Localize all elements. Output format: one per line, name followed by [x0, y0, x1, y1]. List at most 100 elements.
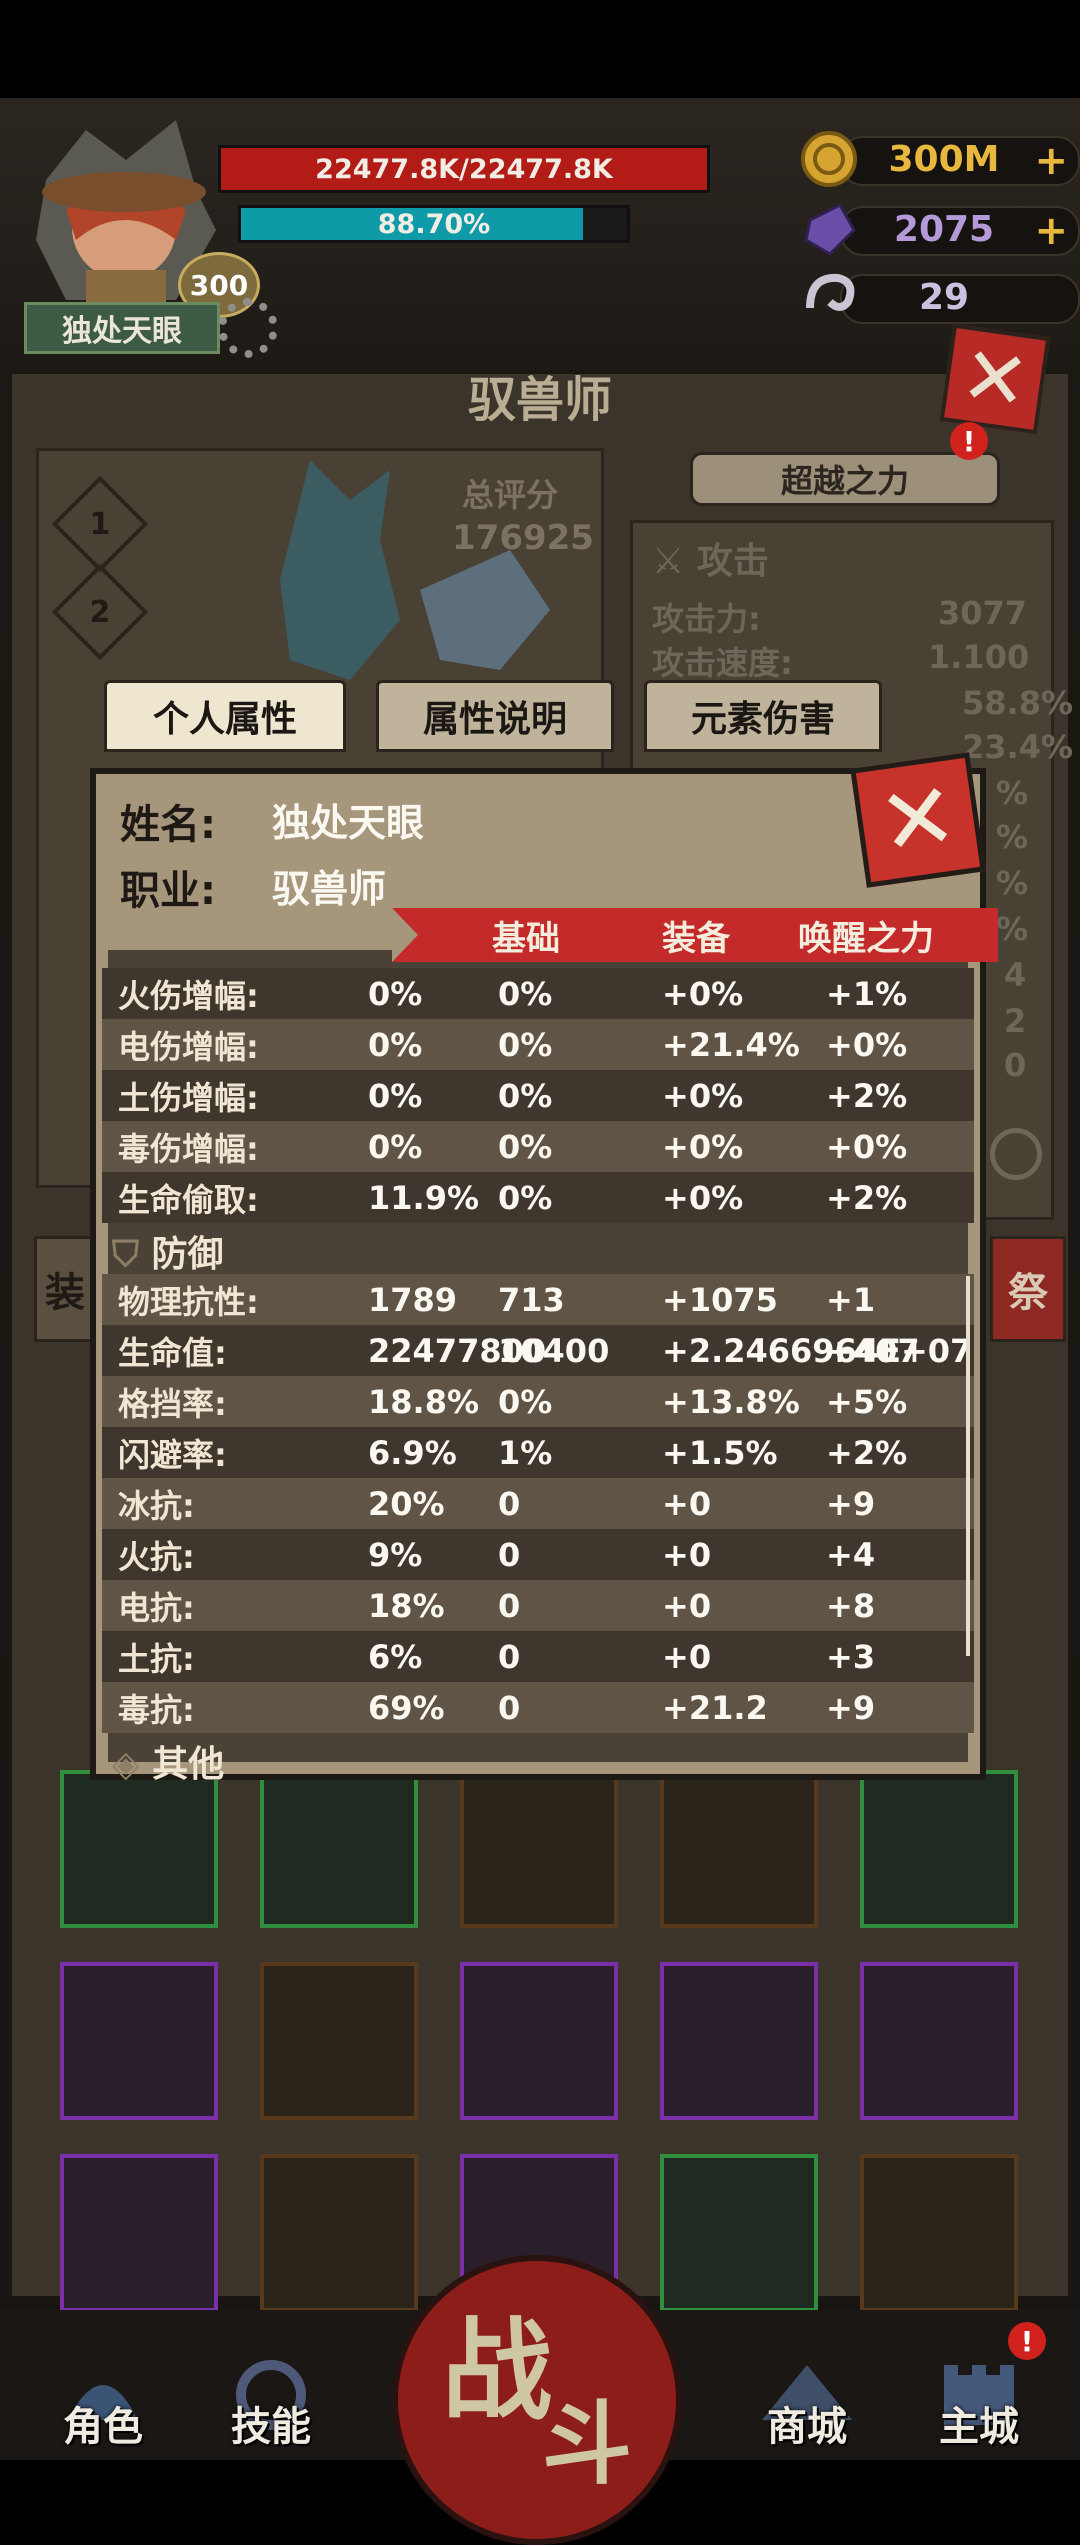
stat-equipment: +21.2 [662, 1688, 768, 1727]
attack-stat-label-2: 攻击速度: [652, 644, 793, 682]
equip-slot[interactable] [660, 1770, 818, 1928]
equip-slot[interactable] [60, 1962, 218, 2120]
stat-row: 生命值: 22477800 10400 +2.2466964E+07 +407 [102, 1325, 974, 1376]
side-partial-3: % [996, 864, 1029, 902]
stat-label: 毒抗: [118, 1690, 195, 1729]
column-header: 基础 装备 唤醒之力 [392, 908, 998, 962]
crystal-icon [804, 203, 856, 256]
equip-slot[interactable] [460, 1962, 618, 2120]
stat-row: 闪避率: 6.9% 1% +1.5% +2% [102, 1427, 974, 1478]
stat-total: 0% [368, 1025, 423, 1064]
stat-total: 18% [368, 1586, 445, 1625]
stat-total: 0% [368, 1127, 423, 1166]
panel-close-button[interactable]: ✕ [939, 323, 1051, 435]
modal-close-button[interactable]: ✕ [850, 752, 986, 888]
equip-slot[interactable] [660, 1962, 818, 2120]
stat-base: 0% [498, 1178, 553, 1217]
other-section-header: ◈ 其他 [112, 1735, 224, 1787]
crystal-resource: 2075 + [800, 200, 1080, 258]
tab-attribute-description[interactable]: 属性说明 [376, 680, 614, 752]
attack-header: ⚔ 攻击 [652, 541, 769, 582]
tab-element-damage-label: 元素伤害 [690, 699, 835, 740]
side-button-right[interactable]: 祭 [990, 1236, 1066, 1342]
defense-section-header: ⛉ 防御 [112, 1225, 224, 1277]
gold-value: 300M [888, 138, 1000, 180]
stat-row: 格挡率: 18.8% 0% +13.8% +5% [102, 1376, 974, 1427]
equip-slot[interactable] [860, 1962, 1018, 2120]
stat-equipment: +2.2466964E+07 [662, 1331, 973, 1370]
side-partial-5: 4 [1004, 956, 1027, 994]
nav-skill[interactable]: 技能 [196, 2350, 346, 2460]
tab-personal-attributes-label: 个人属性 [152, 699, 297, 740]
side-button-left[interactable]: 装 [34, 1236, 96, 1342]
stat-base: 0% [498, 1076, 553, 1115]
stat-row: 土伤增幅: 0% 0% +0% +2% [102, 1070, 974, 1121]
stat-awakening: +5% [826, 1382, 908, 1421]
stat-row: 毒抗: 69% 0 +21.2 +9 [102, 1682, 974, 1733]
defense-header-label: 防御 [151, 1234, 224, 1275]
stat-total: 0% [368, 974, 423, 1013]
side-partial-2: % [996, 818, 1029, 856]
equip-slot[interactable] [860, 2154, 1018, 2312]
gold-add-button[interactable]: + [1034, 138, 1068, 184]
tab-element-damage[interactable]: 元素伤害 [644, 680, 882, 752]
nav-role[interactable]: 角色 [28, 2350, 178, 2460]
stat-equipment: +0% [662, 1127, 744, 1166]
stat-base: 10400 [498, 1331, 610, 1370]
stat-base: 0% [498, 974, 553, 1013]
attack-stat-value-2: 1.100 [928, 638, 1030, 676]
tab-personal-attributes[interactable]: 个人属性 [104, 680, 346, 752]
stat-total: 1789 [368, 1280, 458, 1319]
stat-equipment: +21.4% [662, 1025, 800, 1064]
search-icon[interactable] [990, 1128, 1042, 1180]
city-alert-icon: ! [1008, 2322, 1046, 2360]
slot-tab-1-label: 1 [89, 506, 111, 542]
settings-gear-icon[interactable] [218, 298, 278, 358]
stat-equipment: +13.8% [662, 1382, 800, 1421]
stat-equipment: +0 [662, 1484, 712, 1523]
nav-city[interactable]: 主城 [904, 2350, 1054, 2460]
equip-slot[interactable] [660, 2154, 818, 2312]
attack-stat-label-1: 攻击力: [652, 600, 761, 638]
equip-slot[interactable] [260, 2154, 418, 2312]
stat-label: 火抗: [118, 1537, 195, 1576]
stat-awakening: +2% [826, 1076, 908, 1115]
crystal-add-button[interactable]: + [1034, 208, 1068, 254]
equip-slot[interactable] [260, 1962, 418, 2120]
close-icon: ✕ [955, 327, 1035, 430]
equip-slot[interactable] [260, 1770, 418, 1928]
stat-total: 18.8% [368, 1382, 480, 1421]
stat-awakening: +9 [826, 1688, 876, 1727]
panel-title: 驭兽师 [467, 372, 612, 428]
side-button-right-label: 祭 [1008, 1270, 1048, 1316]
surpass-button[interactable]: 超越之力 [690, 452, 1000, 506]
column-base: 基础 [492, 918, 560, 959]
equip-slot[interactable] [460, 1770, 618, 1928]
nav-shop-label: 商城 [767, 2404, 847, 2450]
stat-label: 土伤增幅: [118, 1078, 259, 1117]
stat-equipment: +0 [662, 1637, 712, 1676]
stat-equipment: +0 [662, 1535, 712, 1574]
stat-equipment: +0% [662, 1178, 744, 1217]
battle-label-1: 战 [442, 2307, 552, 2435]
scrollbar[interactable] [966, 1276, 970, 1656]
column-equipment: 装备 [662, 918, 730, 959]
score-label: 总评分 [462, 476, 559, 514]
stat-base: 0% [498, 1382, 553, 1421]
stat-total: 20% [368, 1484, 445, 1523]
equip-slot[interactable] [60, 2154, 218, 2312]
equip-slot[interactable] [860, 1770, 1018, 1928]
stat-label: 物理抗性: [118, 1282, 259, 1321]
stat-awakening: +9 [826, 1484, 876, 1523]
exp-bar: 88.70% [238, 205, 630, 243]
battle-button[interactable]: 战 斗 [392, 2255, 682, 2545]
equip-slot[interactable] [60, 1770, 218, 1928]
stat-row: 火伤增幅: 0% 0% +0% +1% [102, 968, 974, 1019]
side-partial-1: % [996, 774, 1029, 812]
surpass-label: 超越之力 [780, 462, 909, 500]
nav-shop[interactable]: 商城 [732, 2350, 882, 2460]
attack-stat-value-1: 3077 [938, 594, 1028, 632]
stat-total: 11.9% [368, 1178, 480, 1217]
gold-coin-icon [801, 131, 857, 187]
player-level: 300 [189, 268, 249, 302]
